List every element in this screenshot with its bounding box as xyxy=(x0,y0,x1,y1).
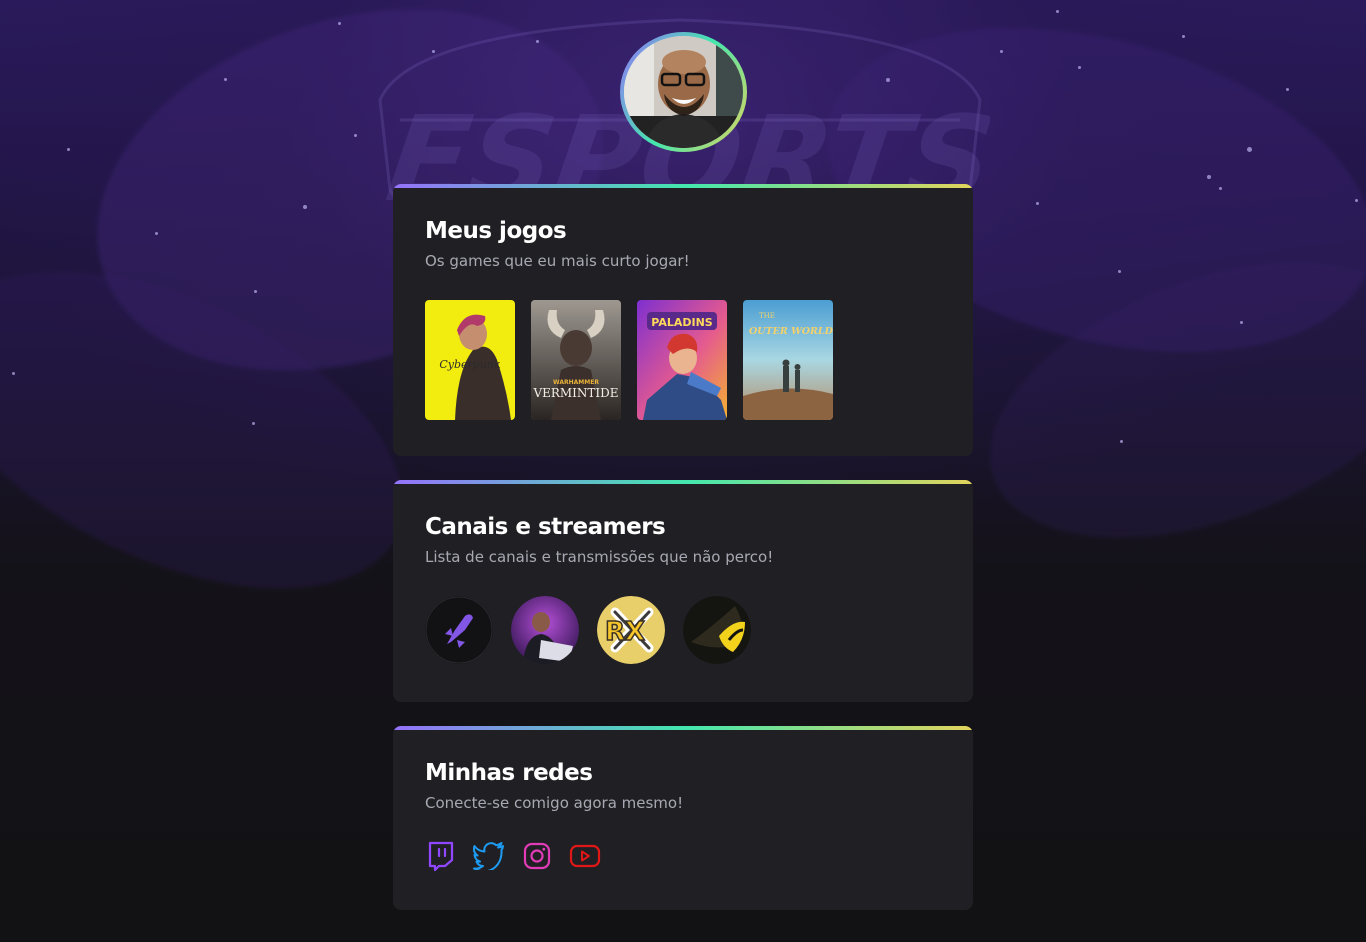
youtube-link[interactable] xyxy=(569,840,601,872)
channel-avatar-rx[interactable]: RX xyxy=(597,596,665,664)
social-title: Minhas redes xyxy=(425,760,593,786)
star xyxy=(1240,321,1243,324)
star xyxy=(67,148,70,151)
star xyxy=(1056,10,1059,13)
streamer-photo xyxy=(511,596,579,664)
game-cover-paladins[interactable]: PALADINS xyxy=(637,300,727,420)
channel-avatar-streamer-4[interactable] xyxy=(683,596,751,664)
game-cover-vermintide[interactable]: WARHAMMER VERMINTIDE xyxy=(531,300,621,420)
star xyxy=(1355,199,1358,202)
social-subtitle: Conecte-se comigo agora mesmo! xyxy=(425,794,684,812)
star xyxy=(224,78,227,81)
games-subtitle: Os games que eu mais curto jogar! xyxy=(425,252,690,270)
vermintide-cover-title: VERMINTIDE xyxy=(532,386,618,400)
paladins-cover-art: PALADINS xyxy=(637,300,727,420)
games-card: Meus jogos Os games que eu mais curto jo… xyxy=(393,184,973,456)
outer-worlds-cover-art: THE OUTER WORLDS xyxy=(743,300,833,420)
twitter-link[interactable] xyxy=(473,840,505,872)
social-card: Minhas redes Conecte-se comigo agora mes… xyxy=(393,726,973,910)
star xyxy=(1078,66,1081,69)
avatar-photo xyxy=(624,36,743,148)
star xyxy=(1207,175,1211,179)
star xyxy=(1118,270,1121,273)
social-links xyxy=(425,840,941,872)
star xyxy=(12,372,15,375)
star xyxy=(886,78,890,82)
paladins-cover-title: PALADINS xyxy=(651,316,713,329)
instagram-icon xyxy=(523,842,551,870)
star xyxy=(1219,187,1222,190)
game-cover-outer-worlds[interactable]: THE OUTER WORLDS xyxy=(743,300,833,420)
vermintide-cover-sub: WARHAMMER xyxy=(553,379,599,386)
game-cover-cyberpunk[interactable]: Cyberpunk xyxy=(425,300,515,420)
channels-list: RX xyxy=(425,596,941,664)
star xyxy=(1247,147,1252,152)
star xyxy=(303,205,307,209)
avatar-ring xyxy=(620,32,747,152)
outer-worlds-cover-title: OUTER WORLDS xyxy=(749,326,833,337)
youtube-icon xyxy=(569,844,601,868)
cyberpunk-cover-art: Cyberpunk xyxy=(425,300,515,420)
yellow-eye-logo xyxy=(683,596,751,664)
star xyxy=(432,50,435,53)
star xyxy=(155,232,158,235)
vermintide-cover-art: WARHAMMER VERMINTIDE xyxy=(531,300,621,420)
twitch-icon xyxy=(428,841,454,872)
star xyxy=(1000,50,1003,53)
games-title: Meus jogos xyxy=(425,218,567,244)
twitter-icon xyxy=(473,842,504,870)
star xyxy=(1286,88,1289,91)
star xyxy=(536,40,539,43)
outer-worlds-cover-sub: THE xyxy=(759,312,775,320)
star xyxy=(354,134,357,137)
channels-card: Canais e streamers Lista de canais e tra… xyxy=(393,480,973,702)
rx-logo-text: RX xyxy=(605,617,645,647)
games-list: Cyberpunk WARHAMMER VERMINTIDE PALADINS … xyxy=(425,300,941,420)
rocket-icon xyxy=(425,596,493,664)
twitch-link[interactable] xyxy=(425,840,457,872)
avatar xyxy=(624,36,743,148)
star xyxy=(254,290,257,293)
rx-logo: RX xyxy=(597,596,665,664)
cyberpunk-cover-title: Cyberpunk xyxy=(439,358,501,371)
star xyxy=(1036,202,1039,205)
channels-title: Canais e streamers xyxy=(425,514,666,540)
star xyxy=(252,422,255,425)
star xyxy=(338,22,341,25)
channels-subtitle: Lista de canais e transmissões que não p… xyxy=(425,548,774,566)
instagram-link[interactable] xyxy=(521,840,553,872)
star xyxy=(1120,440,1123,443)
channel-avatar-streamer-2[interactable] xyxy=(511,596,579,664)
star xyxy=(1182,35,1185,38)
channel-avatar-rocketseat[interactable] xyxy=(425,596,493,664)
